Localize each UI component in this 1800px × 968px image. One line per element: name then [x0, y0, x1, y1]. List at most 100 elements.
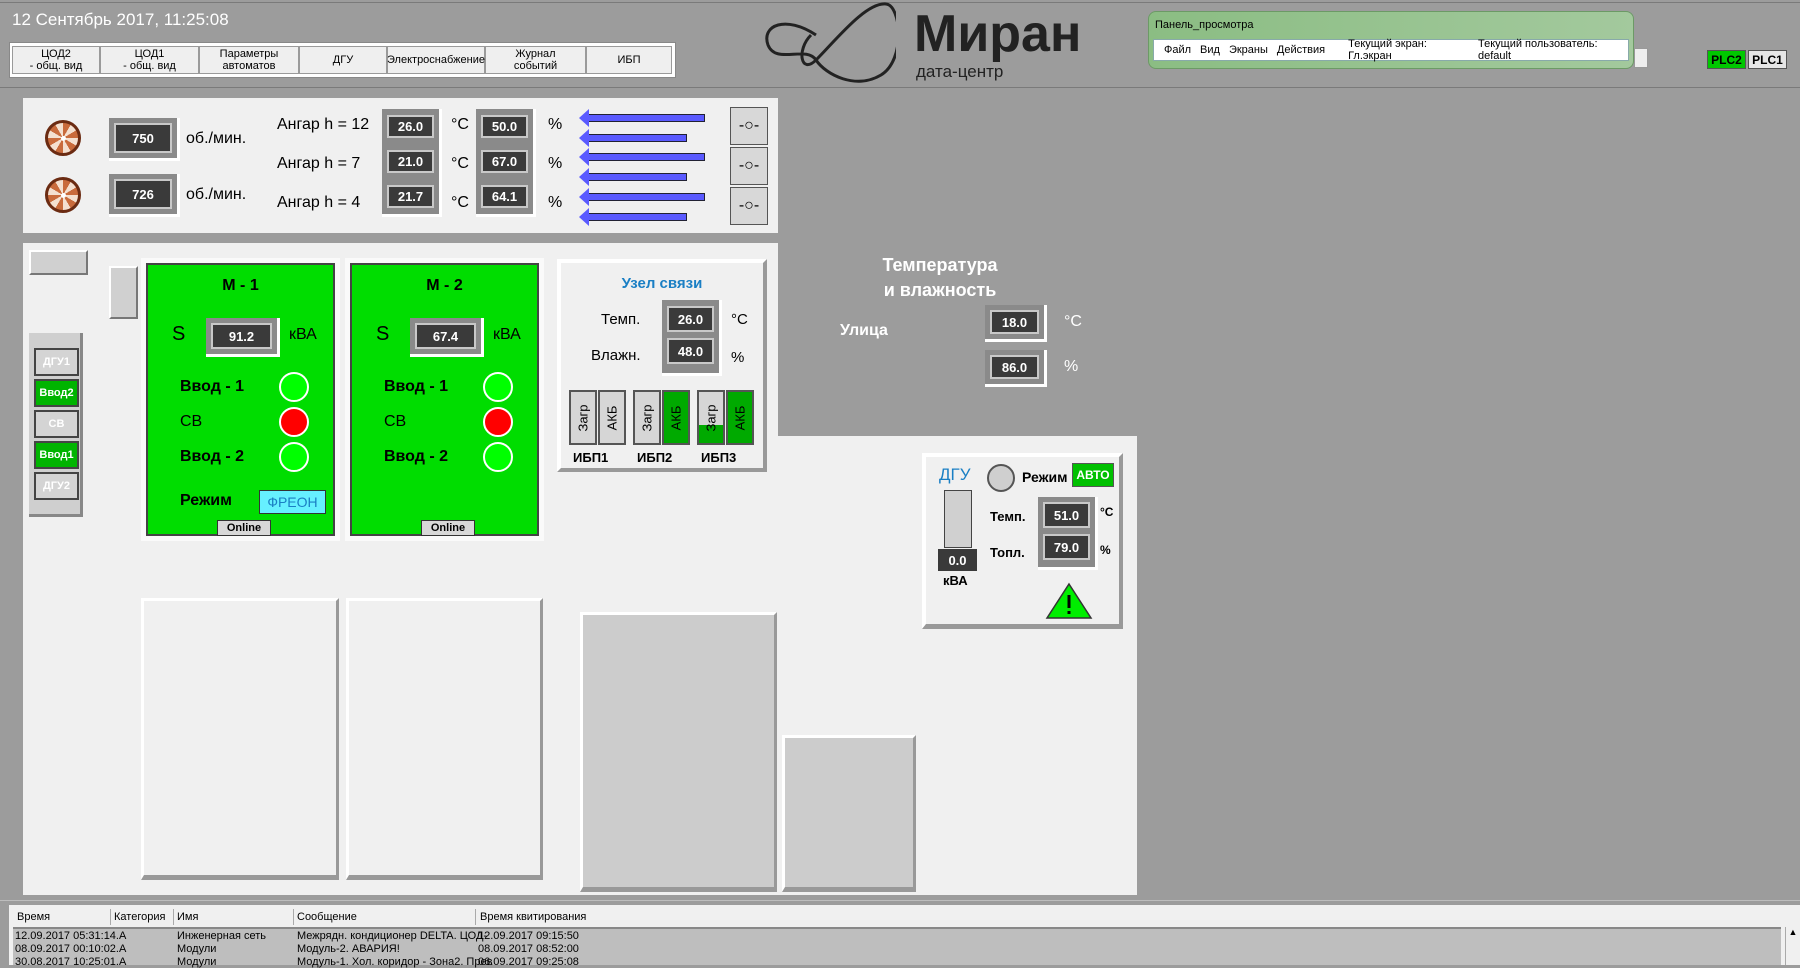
unit-c: °C	[1100, 505, 1114, 519]
ups2-battery: АКБ	[662, 390, 690, 445]
log-row[interactable]: 12.09.2017 05:31:14.A	[15, 930, 126, 942]
module-title: М - 2	[426, 277, 463, 294]
blank-slot[interactable]	[109, 266, 138, 319]
sidebar-sv[interactable]: СВ	[34, 410, 79, 438]
sidebar-dgu1[interactable]: ДГУ1	[34, 348, 79, 376]
log-cell: Модули	[177, 943, 217, 955]
hangar7-hum: 67.0	[481, 150, 528, 173]
logo-name: Миран	[914, 5, 1082, 63]
menu-actions[interactable]: Действия	[1277, 44, 1325, 56]
log-col-name[interactable]: Имя	[177, 911, 198, 923]
unit-pct: %	[1064, 358, 1079, 375]
outdoor-title: Температура и влажность	[882, 255, 998, 300]
rpm-unit: об./мин.	[186, 186, 247, 203]
valve-button-2[interactable]: -○-	[730, 147, 768, 185]
hangar-label: Ангар h = 7	[277, 155, 361, 172]
input2-label: Ввод - 2	[180, 448, 245, 465]
module-m1[interactable]: М - 1 S 91.2 кВА Ввод - 1 СВ Ввод - 2 Ре…	[141, 258, 340, 541]
log-row[interactable]: 08.09.2017 00:10:02.A	[15, 943, 126, 955]
log-cell: Модуль-1. Хол. коридор - Зона2. Прев	[297, 956, 493, 968]
log-col-category[interactable]: Категория	[114, 911, 165, 923]
cabinet-block	[580, 612, 777, 892]
unit-c: °C	[451, 116, 469, 133]
valve-button-3[interactable]: -○-	[730, 187, 768, 225]
log-col-ack[interactable]: Время квитирования	[480, 911, 586, 923]
hangar-label: Ангар h = 4	[277, 194, 361, 211]
nav-events[interactable]: Журнал событий	[485, 46, 586, 74]
module-title: М - 1	[222, 277, 259, 294]
plc2-button[interactable]: PLC2	[1707, 50, 1746, 69]
mode-label: Режим	[180, 492, 232, 509]
airflow-arrow-icon	[579, 188, 705, 206]
log-row[interactable]: 30.08.2017 10:25:01.A	[15, 956, 126, 968]
sv-label: СВ	[384, 413, 407, 430]
airflow-arrow-icon	[579, 129, 687, 147]
hum-label: Влажн.	[591, 347, 641, 364]
menu-screens[interactable]: Экраны	[1229, 44, 1268, 56]
sidebar-input1[interactable]: Ввод1	[34, 441, 79, 469]
dgu-values: 51.0 79.0	[1038, 497, 1098, 570]
unit-pct: %	[731, 349, 745, 366]
nav-tsod2[interactable]: ЦОД2 - общ. вид	[12, 46, 100, 74]
menu-view[interactable]: Вид	[1200, 44, 1220, 56]
ups1-load: Загр	[569, 390, 597, 445]
unit-pct: %	[548, 194, 563, 211]
module-m2[interactable]: М - 2 S 67.4 кВА Ввод - 1 СВ Ввод - 2 On…	[345, 258, 544, 541]
module-power: 67.4	[410, 318, 484, 357]
comm-hum: 48.0	[667, 338, 714, 364]
nav-power[interactable]: Электроснабжение	[387, 46, 485, 74]
log-cell: Инженерная сеть	[177, 930, 266, 942]
unit-pct: %	[548, 155, 563, 172]
input1-label: Ввод - 1	[384, 378, 449, 395]
fan2-rpm: 726	[109, 174, 180, 217]
log-col-time[interactable]: Время	[17, 911, 50, 923]
sv-label: СВ	[180, 413, 203, 430]
hangar-temp-column: 26.0 21.0 21.7	[382, 109, 442, 217]
datetime: 12 Сентябрь 2017, 11:25:08	[12, 10, 229, 29]
menu-file[interactable]: Файл	[1164, 44, 1191, 56]
logo-subtitle: дата-центр	[916, 62, 1004, 81]
unit-c: °C	[1064, 313, 1082, 330]
viewer-panel: Панель_просмотра Файл Вид Экраны Действи…	[1148, 11, 1634, 69]
input2-indicator	[483, 442, 513, 472]
valve-icon: -○-	[738, 157, 760, 174]
hangar-hum-column: 50.0 67.0 64.1	[476, 109, 536, 217]
fan1-rpm: 750	[109, 118, 180, 161]
log-cell: Межрядн. кондиционер DELTA. ЦОД-	[297, 930, 488, 942]
log-scrollbar[interactable]: ▲	[1785, 927, 1800, 965]
log-cell: Модули	[177, 956, 217, 968]
input1-indicator	[483, 372, 513, 402]
hangar-label: Ангар h = 12	[277, 116, 370, 133]
nav-tsod1[interactable]: ЦОД1 - общ. вид	[100, 46, 199, 74]
valve-button-1[interactable]: -○-	[730, 107, 768, 145]
hangar4-hum: 64.1	[481, 185, 528, 208]
ups1-label: ИБП1	[573, 450, 609, 465]
street-temp: 18.0	[985, 305, 1047, 342]
log-col-message[interactable]: Сообщение	[297, 911, 357, 923]
street-hum: 86.0	[985, 350, 1047, 387]
nav-ups[interactable]: ИБП	[586, 46, 672, 74]
unit-c: °C	[731, 311, 748, 328]
blank-button[interactable]	[29, 250, 88, 275]
input1-indicator	[279, 372, 309, 402]
sidebar-input2[interactable]: Ввод2	[34, 379, 79, 407]
plc1-button[interactable]: PLC1	[1748, 50, 1787, 69]
cabinet-block	[782, 735, 916, 892]
module-slot-empty	[346, 598, 543, 880]
unit-kva: кВА	[943, 573, 968, 588]
status-online: Online	[421, 520, 475, 536]
viewer-title: Панель_просмотра	[1155, 19, 1254, 31]
dgu-panel[interactable]: ДГУ Режим АВТО 0.0 кВА Темп. Топл. 51.0 …	[922, 453, 1123, 629]
street-label: Улица	[840, 322, 888, 339]
scroll-up-icon[interactable]: ▲	[1789, 927, 1798, 937]
status-online: Online	[217, 520, 271, 536]
fan-icon	[45, 120, 81, 156]
sidebar-dgu2[interactable]: ДГУ2	[34, 472, 79, 500]
ups3-load: Загр	[697, 390, 725, 445]
nav-dgu[interactable]: ДГУ	[299, 46, 387, 74]
nav-breakers[interactable]: Параметры автоматов	[199, 46, 299, 74]
comm-node-panel: Узел связи Темп. Влажн. 26.0 48.0 °C % З…	[557, 259, 767, 472]
log-cell: 12.09.2017 09:15:50	[478, 930, 579, 942]
logo: Миран дата-центр	[746, 0, 1086, 86]
hangar12-temp: 26.0	[387, 115, 434, 138]
